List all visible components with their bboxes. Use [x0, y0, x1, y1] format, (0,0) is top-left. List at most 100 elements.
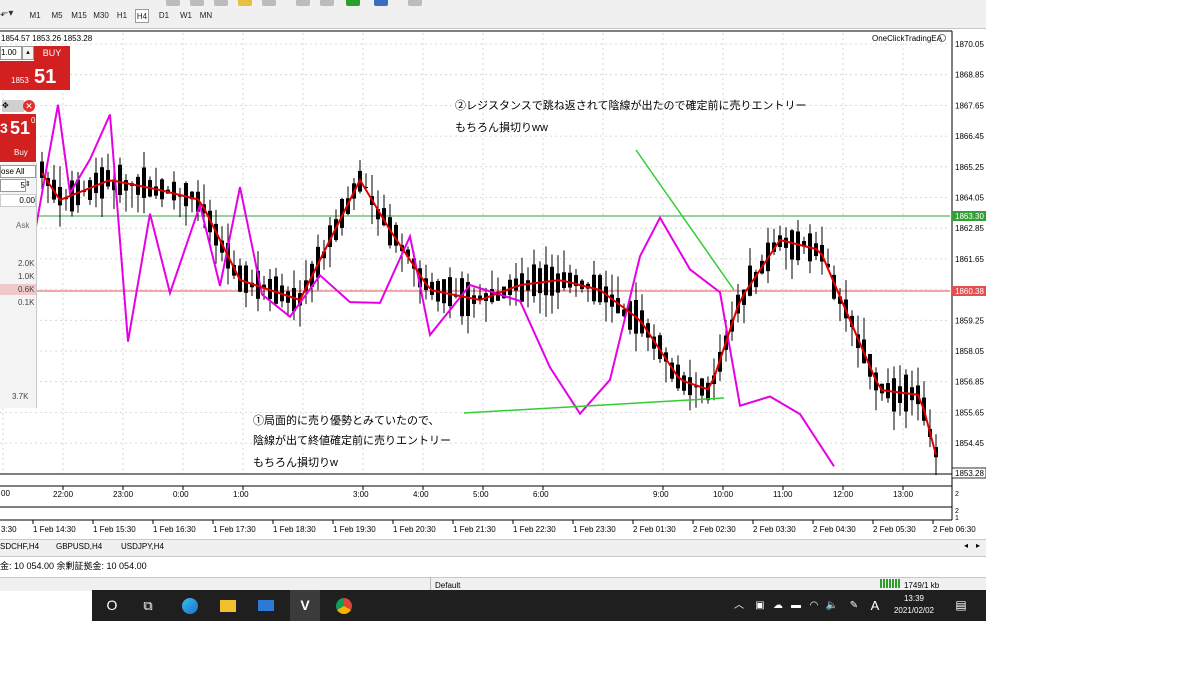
wifi-icon[interactable]: ◠ — [806, 590, 822, 621]
candle-body — [538, 268, 542, 294]
date-tick-label: 2 Feb 01:30 — [633, 525, 676, 534]
time-tick-label: 11:00 — [773, 490, 793, 499]
tab-scroll-right-icon[interactable]: ▸ — [976, 541, 980, 550]
tf-d1[interactable]: D1 — [157, 9, 171, 23]
annotation-2-line-2: もちろん損切りww — [455, 120, 548, 134]
annotation-2-line-1: ②レジスタンスで跳ね返されて陰線が出たので確定前に売りエントリー — [455, 98, 806, 112]
lot-spinner-icon[interactable]: ▴ — [22, 46, 34, 60]
windows-taskbar: O ⧉ V ︿ ▣ ☁ ▬ ◠ 🔈 ✎ A 13:39 2021/02/02 ▤ — [92, 590, 986, 621]
quantity-spinner-icon[interactable]: ⇕ — [25, 179, 34, 190]
notification-icon[interactable]: ▤ — [952, 590, 970, 621]
price-readout: 1854.57 1853.26 1853.28 — [1, 34, 93, 43]
connection-bars-icon — [880, 579, 900, 588]
time-tick-label: 3:00 — [353, 490, 369, 499]
time-tick-label: 13:00 — [893, 490, 914, 499]
annotation-1-line-2: 陰線が出て終値確定前に売りエントリー — [253, 433, 451, 447]
tab-scroll-left-icon[interactable]: ◂ — [964, 541, 968, 550]
date-tick-label: 1 Feb 18:30 — [273, 525, 316, 534]
close-all-button[interactable]: ose All — [0, 165, 36, 178]
candle-body — [568, 272, 572, 288]
close-icon[interactable]: ✕ — [23, 100, 35, 112]
date-tick-label: 1 Feb 15:30 — [93, 525, 136, 534]
tf-h4[interactable]: H4 — [135, 9, 149, 23]
toolbar-icon[interactable] — [166, 0, 180, 6]
chart-toolbar: ⬐▾ M1 M5 M15 M30 H1 H4 D1 W1 MN — [0, 0, 986, 29]
annotation-1-line-3: もちろん損切りw — [253, 455, 338, 469]
candle-body — [184, 183, 188, 207]
plus-icon[interactable] — [346, 0, 360, 6]
tf-mn[interactable]: MN — [198, 9, 214, 23]
traffic-status: 1749/1 kb — [904, 581, 940, 590]
battery-icon[interactable]: ▬ — [788, 590, 804, 621]
lot-size-field[interactable]: 1.00 — [0, 46, 22, 60]
time-tick-label: 4:00 — [413, 490, 429, 499]
taskbar-clock[interactable]: 13:39 2021/02/02 — [888, 593, 940, 617]
pen-icon[interactable]: ✎ — [846, 590, 862, 621]
time-tick-label: 23:00 — [113, 490, 134, 499]
move-handle-icon[interactable]: ✥ — [2, 100, 24, 112]
tf-m30[interactable]: M30 — [92, 9, 110, 23]
toolbar-icon[interactable] — [296, 0, 310, 6]
chrome-icon[interactable] — [332, 590, 356, 621]
candle-body — [526, 280, 530, 291]
candle-body — [442, 279, 446, 304]
price-tick-label: 1864.05 — [955, 194, 984, 203]
price-chart[interactable]: 1854.57 1853.26 1853.28 OneClickTradingE… — [0, 29, 986, 539]
tab-gbpusd[interactable]: GBPUSD,H4 — [56, 541, 102, 553]
tf-m15[interactable]: M15 — [70, 9, 88, 23]
candle-body — [892, 378, 896, 412]
edge-browser-icon[interactable] — [178, 590, 202, 621]
date-tick-label: 2 Feb 06:30 — [933, 525, 976, 534]
ask-label: Ask — [16, 221, 30, 230]
toolbar-icon[interactable] — [374, 0, 388, 6]
ea-label: OneClickTradingEA — [872, 34, 943, 43]
candle-body — [172, 181, 176, 201]
tf-m1[interactable]: M1 — [28, 9, 42, 23]
mail-icon[interactable] — [254, 590, 278, 621]
date-tick-label: 1 Feb 16:30 — [153, 525, 196, 534]
dom-volume: 0.6K — [18, 285, 35, 294]
tab-sdchf[interactable]: SDCHF,H4 — [0, 541, 39, 553]
task-view-icon[interactable]: ⧉ — [136, 590, 160, 621]
date-tick-label: 2 Feb 04:30 — [813, 525, 856, 534]
tf-w1[interactable]: W1 — [178, 9, 194, 23]
tray-app-icon[interactable]: ▣ — [752, 590, 768, 621]
candle-body — [106, 170, 110, 187]
dom-volume: 2.0K — [18, 259, 35, 268]
date-tick-label: 2 Feb 03:30 — [753, 525, 796, 534]
toolbar-icon[interactable] — [190, 0, 204, 6]
status-bar — [0, 577, 986, 591]
chevron-down-icon[interactable]: ⬐▾ — [0, 8, 13, 19]
price-tick-label: 1858.05 — [955, 347, 984, 356]
start-search-icon[interactable]: O — [100, 590, 124, 621]
dom-volume: 0.1K — [18, 298, 35, 307]
toolbar-icon[interactable] — [408, 0, 422, 6]
onedrive-icon[interactable]: ☁ — [770, 590, 786, 621]
candle-body — [118, 164, 122, 196]
ime-indicator[interactable]: A — [868, 590, 882, 621]
sub-scale-label: 2 — [955, 491, 959, 498]
toolbar-icon[interactable] — [238, 0, 252, 6]
candle-body — [274, 276, 278, 304]
volume-icon[interactable]: 🔈 — [824, 590, 840, 621]
toolbar-icon[interactable] — [214, 0, 228, 6]
buy-price-small: 1853 — [11, 76, 29, 85]
time-tick-label: 10:00 — [713, 490, 734, 499]
clock-date: 2021/02/02 — [893, 606, 935, 615]
depth-of-market: ose All 5 ⇕ 0.00 Ask 2.0K 1.0K 0.6K 0.1K… — [0, 163, 37, 408]
candle-body — [448, 277, 452, 307]
tray-chevron-icon[interactable]: ︿ — [732, 590, 746, 621]
tf-m5[interactable]: M5 — [50, 9, 64, 23]
toolbar-icon[interactable] — [320, 0, 334, 6]
candle-body — [244, 265, 248, 293]
toolbar-icon[interactable] — [262, 0, 276, 6]
quantity-field[interactable]: 5 — [0, 179, 26, 192]
file-explorer-icon[interactable] — [216, 590, 240, 621]
trading-app-icon[interactable]: V — [290, 590, 320, 621]
sub-scale-bottom: 1 — [955, 515, 959, 522]
tab-usdjpy[interactable]: USDJPY,H4 — [121, 541, 164, 553]
candle-body — [688, 377, 692, 396]
candle-body — [88, 180, 92, 200]
tf-h1[interactable]: H1 — [115, 9, 129, 23]
account-balance-line: 金: 10 054.00 余剰証拠金: 10 054.00 — [0, 561, 147, 571]
